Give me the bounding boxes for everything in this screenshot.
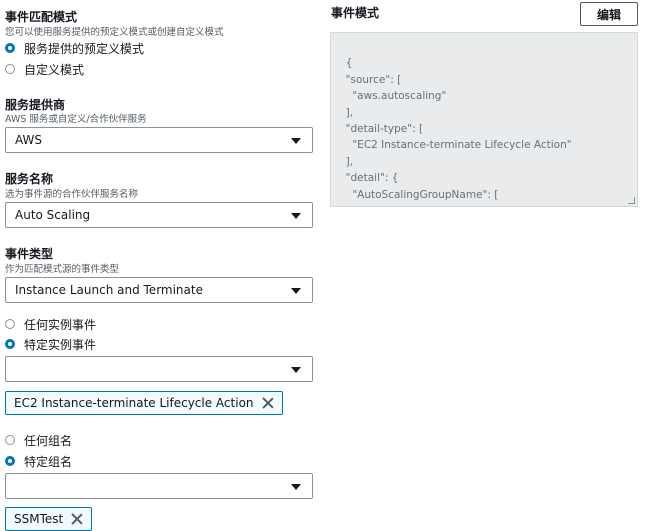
radio-button[interactable] xyxy=(5,64,15,74)
radio-predefined-pattern[interactable]: 服务提供的预定义模式 xyxy=(5,39,144,57)
caret-down-icon xyxy=(291,484,301,490)
radio-button-checked[interactable] xyxy=(5,339,15,349)
event-pattern-code-text: { "source": [ "aws.autoscaling" ], "deta… xyxy=(345,57,572,206)
caret-down-icon xyxy=(291,138,301,144)
radio-label: 服务提供的预定义模式 xyxy=(24,41,145,56)
resize-handle-icon[interactable] xyxy=(628,197,635,204)
service-name-value: Auto Scaling xyxy=(15,208,91,222)
radio-specific-group-name[interactable]: 特定组名 xyxy=(5,452,72,470)
caret-down-icon xyxy=(291,288,301,294)
service-provider-value: AWS xyxy=(15,133,43,147)
radio-label: 特定组名 xyxy=(24,454,73,469)
service-name-title: 服务名称 xyxy=(5,172,54,186)
radio-specific-instance-event[interactable]: 特定实例事件 xyxy=(5,335,96,353)
service-provider-select[interactable]: AWS xyxy=(5,127,313,153)
token-label: SSMTest xyxy=(14,512,64,526)
event-matching-title: 事件匹配模式 xyxy=(5,10,78,24)
caret-down-icon xyxy=(291,213,301,219)
close-icon[interactable] xyxy=(71,513,83,525)
instance-event-select[interactable] xyxy=(5,356,313,382)
event-matching-description: 您可以使用服务提供的预定义模式或创建自定义模式 xyxy=(5,27,224,38)
radio-label: 任何实例事件 xyxy=(24,317,97,332)
radio-any-instance-event[interactable]: 任何实例事件 xyxy=(5,315,96,333)
radio-button-checked[interactable] xyxy=(5,43,15,53)
group-name-select[interactable] xyxy=(5,473,313,499)
radio-button[interactable] xyxy=(5,435,15,445)
service-provider-description: AWS 服务或自定义/合作伙伴服务 xyxy=(5,114,147,125)
radio-label: 自定义模式 xyxy=(24,62,85,77)
event-type-value: Instance Launch and Terminate xyxy=(15,283,203,297)
radio-button-checked[interactable] xyxy=(5,456,15,466)
event-type-title: 事件类型 xyxy=(5,247,54,261)
token-label: EC2 Instance-terminate Lifecycle Action xyxy=(14,396,254,410)
close-icon[interactable] xyxy=(262,397,274,409)
radio-any-group-name[interactable]: 任何组名 xyxy=(5,431,72,449)
event-pattern-title: 事件模式 xyxy=(331,6,380,20)
radio-custom-pattern[interactable]: 自定义模式 xyxy=(5,60,84,78)
caret-down-icon xyxy=(291,367,301,373)
instance-event-token: EC2 Instance-terminate Lifecycle Action xyxy=(5,391,283,415)
radio-label: 特定实例事件 xyxy=(24,337,97,352)
group-name-token: SSMTest xyxy=(5,507,93,531)
radio-button[interactable] xyxy=(5,319,15,329)
service-name-select[interactable]: Auto Scaling xyxy=(5,202,313,228)
service-name-description: 选为事件源的合作伙伴服务名称 xyxy=(5,189,139,200)
event-type-description: 作为匹配模式源的事件类型 xyxy=(5,264,120,275)
event-pattern-code[interactable]: { "source": [ "aws.autoscaling" ], "deta… xyxy=(330,32,638,207)
radio-label: 任何组名 xyxy=(24,433,73,448)
event-type-select[interactable]: Instance Launch and Terminate xyxy=(5,277,313,303)
edit-button[interactable]: 编辑 xyxy=(580,2,638,26)
